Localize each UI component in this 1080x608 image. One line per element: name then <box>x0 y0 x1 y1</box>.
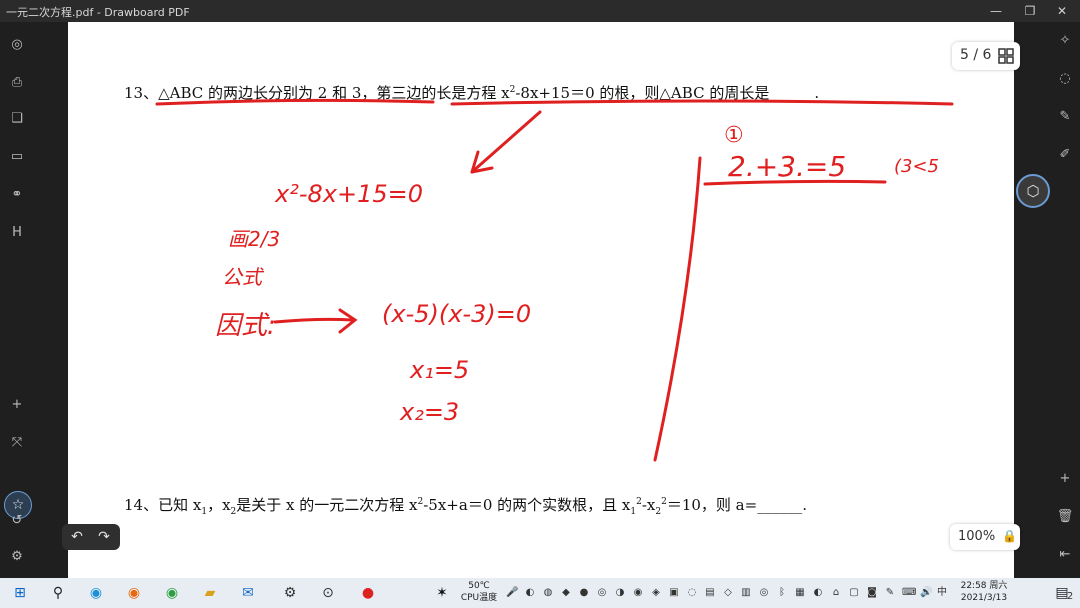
window-title: 一元二次方程.pdf - Drawboard PDF <box>6 6 190 19</box>
tray-icon-15[interactable]: ▦ <box>794 587 806 599</box>
tray-icon-14[interactable]: ◎ <box>758 587 770 599</box>
problem-13-text-a: 13、△ABC 的两边长分别为 2 和 3，第三边的长是方程 x <box>124 84 510 102</box>
close-icon[interactable]: ✕ <box>1052 2 1072 20</box>
tray-icon-5[interactable]: ◎ <box>596 587 608 599</box>
browser-icon[interactable]: ◉ <box>162 583 182 603</box>
search-icon[interactable]: ⚲ <box>48 583 68 603</box>
ime-icon[interactable]: 中 <box>936 587 948 599</box>
page-number: 5 / 6 <box>960 47 992 63</box>
bluetooth-icon[interactable]: ᛒ <box>776 587 788 599</box>
pdf-page[interactable]: 13、△ABC 的两边长分别为 2 和 3，第三边的长是方程 x 2 -8x+15＝… <box>68 22 1014 578</box>
pen-tray-icon[interactable]: ✎ <box>884 587 896 599</box>
lasso-icon[interactable]: ◌ <box>1056 70 1074 88</box>
problem-13-text-b: -8x+15＝0 的根，则△ABC 的周长是______. <box>515 84 820 102</box>
p14-s4: 2 <box>655 507 662 517</box>
tray-icon-17[interactable]: ⌂ <box>830 587 842 599</box>
settings-app-icon[interactable]: ⚙ <box>280 583 300 603</box>
zoom-level: 100% <box>958 529 996 544</box>
lock-icon[interactable]: 🔒 <box>1002 529 1017 543</box>
tray-icon-19[interactable]: ◙ <box>866 587 878 599</box>
firefox-icon[interactable]: ◉ <box>124 583 144 603</box>
tray-icon-11[interactable]: ▤ <box>704 587 716 599</box>
left-toolbar: ◎ ⎙ ❏ ▭ ⚭ H + ⤧ ☆ ↺ ⚙ <box>0 22 34 578</box>
tray-icon-16[interactable]: ◐ <box>812 587 824 599</box>
binoculars-icon[interactable]: ⚭ <box>8 186 26 204</box>
tray-icon-7[interactable]: ◉ <box>632 587 644 599</box>
cpu-temp: 50℃ CPU温度 <box>456 580 502 604</box>
problem-13: 13、△ABC 的两边长分别为 2 和 3，第三边的长是方程 x2-8x+15＝… <box>124 82 819 103</box>
p14-c: 是关于 x 的一元二次方程 x <box>236 496 418 514</box>
grid-view-icon[interactable] <box>998 48 1014 64</box>
network-icon[interactable]: ⌨ <box>902 587 916 599</box>
volume-icon[interactable]: 🔊 <box>920 587 932 599</box>
settings-icon[interactable]: ⚙ <box>8 548 26 566</box>
record-icon[interactable]: ● <box>358 583 378 603</box>
pen-icon[interactable]: ✎ <box>1056 108 1074 126</box>
tray-icon-6[interactable]: ◑ <box>614 587 626 599</box>
p14-s3: 1 <box>630 507 637 517</box>
print-icon[interactable]: ⎙ <box>8 74 26 92</box>
tray-icon-8[interactable]: ◈ <box>650 587 662 599</box>
add-icon[interactable]: + <box>1056 470 1074 488</box>
tray-icon-10[interactable]: ◌ <box>686 587 698 599</box>
temp-label: CPU温度 <box>460 593 498 603</box>
zoom-control[interactable]: 100% 🔒 <box>950 524 1020 550</box>
target-icon[interactable]: ◎ <box>8 36 26 54</box>
cursor-icon[interactable]: ✧ <box>1056 32 1074 50</box>
tray-icon-12[interactable]: ◇ <box>722 587 734 599</box>
restore-icon[interactable]: ❐ <box>1020 2 1040 20</box>
redo-icon[interactable]: ↷ <box>92 527 116 547</box>
exit-icon[interactable]: ⇤ <box>1056 546 1074 564</box>
clock-time: 22:58 周六 <box>960 581 1008 591</box>
mic-icon[interactable]: 🎤 <box>506 587 518 599</box>
tray-icon-3[interactable]: ◆ <box>560 587 572 599</box>
p14-d: -5x+a＝0 的两个实数根，且 x <box>423 496 631 514</box>
p14-a: 14、已知 x <box>124 496 202 514</box>
minimize-icon[interactable]: — <box>986 2 1006 20</box>
text-box-icon[interactable]: ▭ <box>8 148 26 166</box>
edge-icon[interactable]: ◉ <box>86 583 106 603</box>
p14-f: ＝10，则 a=______. <box>666 496 807 514</box>
right-toolbar: ✧ ◌ ✎ ✐ + 🗑 ⇤ <box>1046 22 1080 578</box>
folder-icon[interactable]: ▰ <box>200 583 220 603</box>
tray-icon-2[interactable]: ◍ <box>542 587 554 599</box>
fullscreen-icon[interactable]: ⤧ <box>8 434 26 452</box>
save-icon[interactable]: H <box>8 224 26 242</box>
start-icon[interactable]: ⊞ <box>10 583 30 603</box>
copy-icon[interactable]: ❏ <box>8 110 26 128</box>
temp-value: 50℃ <box>468 581 490 591</box>
page-indicator[interactable]: 5 / 6 <box>952 42 1020 70</box>
highlighter-icon[interactable]: ✐ <box>1056 146 1074 164</box>
problem-14: 14、已知 x1，x2是关于 x 的一元二次方程 x2-5x+a＝0 的两个实数… <box>124 494 807 517</box>
tray-icon-18[interactable]: ▢ <box>848 587 860 599</box>
tray-icon-1[interactable]: ◐ <box>524 587 536 599</box>
taskbar: ⊞ ⚲ ◉ ◉ ◉ ▰ ✉ ⚙ ⊙ ● ✶ 50℃ CPU温度 🎤 ◐ ◍ ◆ … <box>0 578 1080 608</box>
drawboard-icon[interactable]: ⊙ <box>318 583 338 603</box>
notification-count: 2 <box>1066 591 1074 602</box>
history-icon[interactable]: ↺ <box>8 512 26 530</box>
tool-settings-icon[interactable]: ⬡ <box>1016 174 1050 208</box>
clock[interactable]: 22:58 周六 2021/3/13 <box>952 580 1016 604</box>
p14-e: -x <box>641 496 656 514</box>
app-icon[interactable]: ✶ <box>432 583 452 603</box>
tray-icon-9[interactable]: ▣ <box>668 587 680 599</box>
crop-icon[interactable]: + <box>8 396 26 414</box>
mail-icon[interactable]: ✉ <box>238 583 258 603</box>
p14-b: ，x <box>207 496 231 514</box>
delete-icon[interactable]: 🗑 <box>1056 508 1074 526</box>
title-bar: 一元二次方程.pdf - Drawboard PDF — ❐ ✕ <box>0 0 1080 22</box>
clock-date: 2021/3/13 <box>960 593 1008 603</box>
undo-icon[interactable]: ↶ <box>65 527 89 547</box>
undo-redo-group: ↶ ↷ <box>62 524 120 550</box>
tray-icon-13[interactable]: ▥ <box>740 587 752 599</box>
tray-icon-4[interactable]: ● <box>578 587 590 599</box>
